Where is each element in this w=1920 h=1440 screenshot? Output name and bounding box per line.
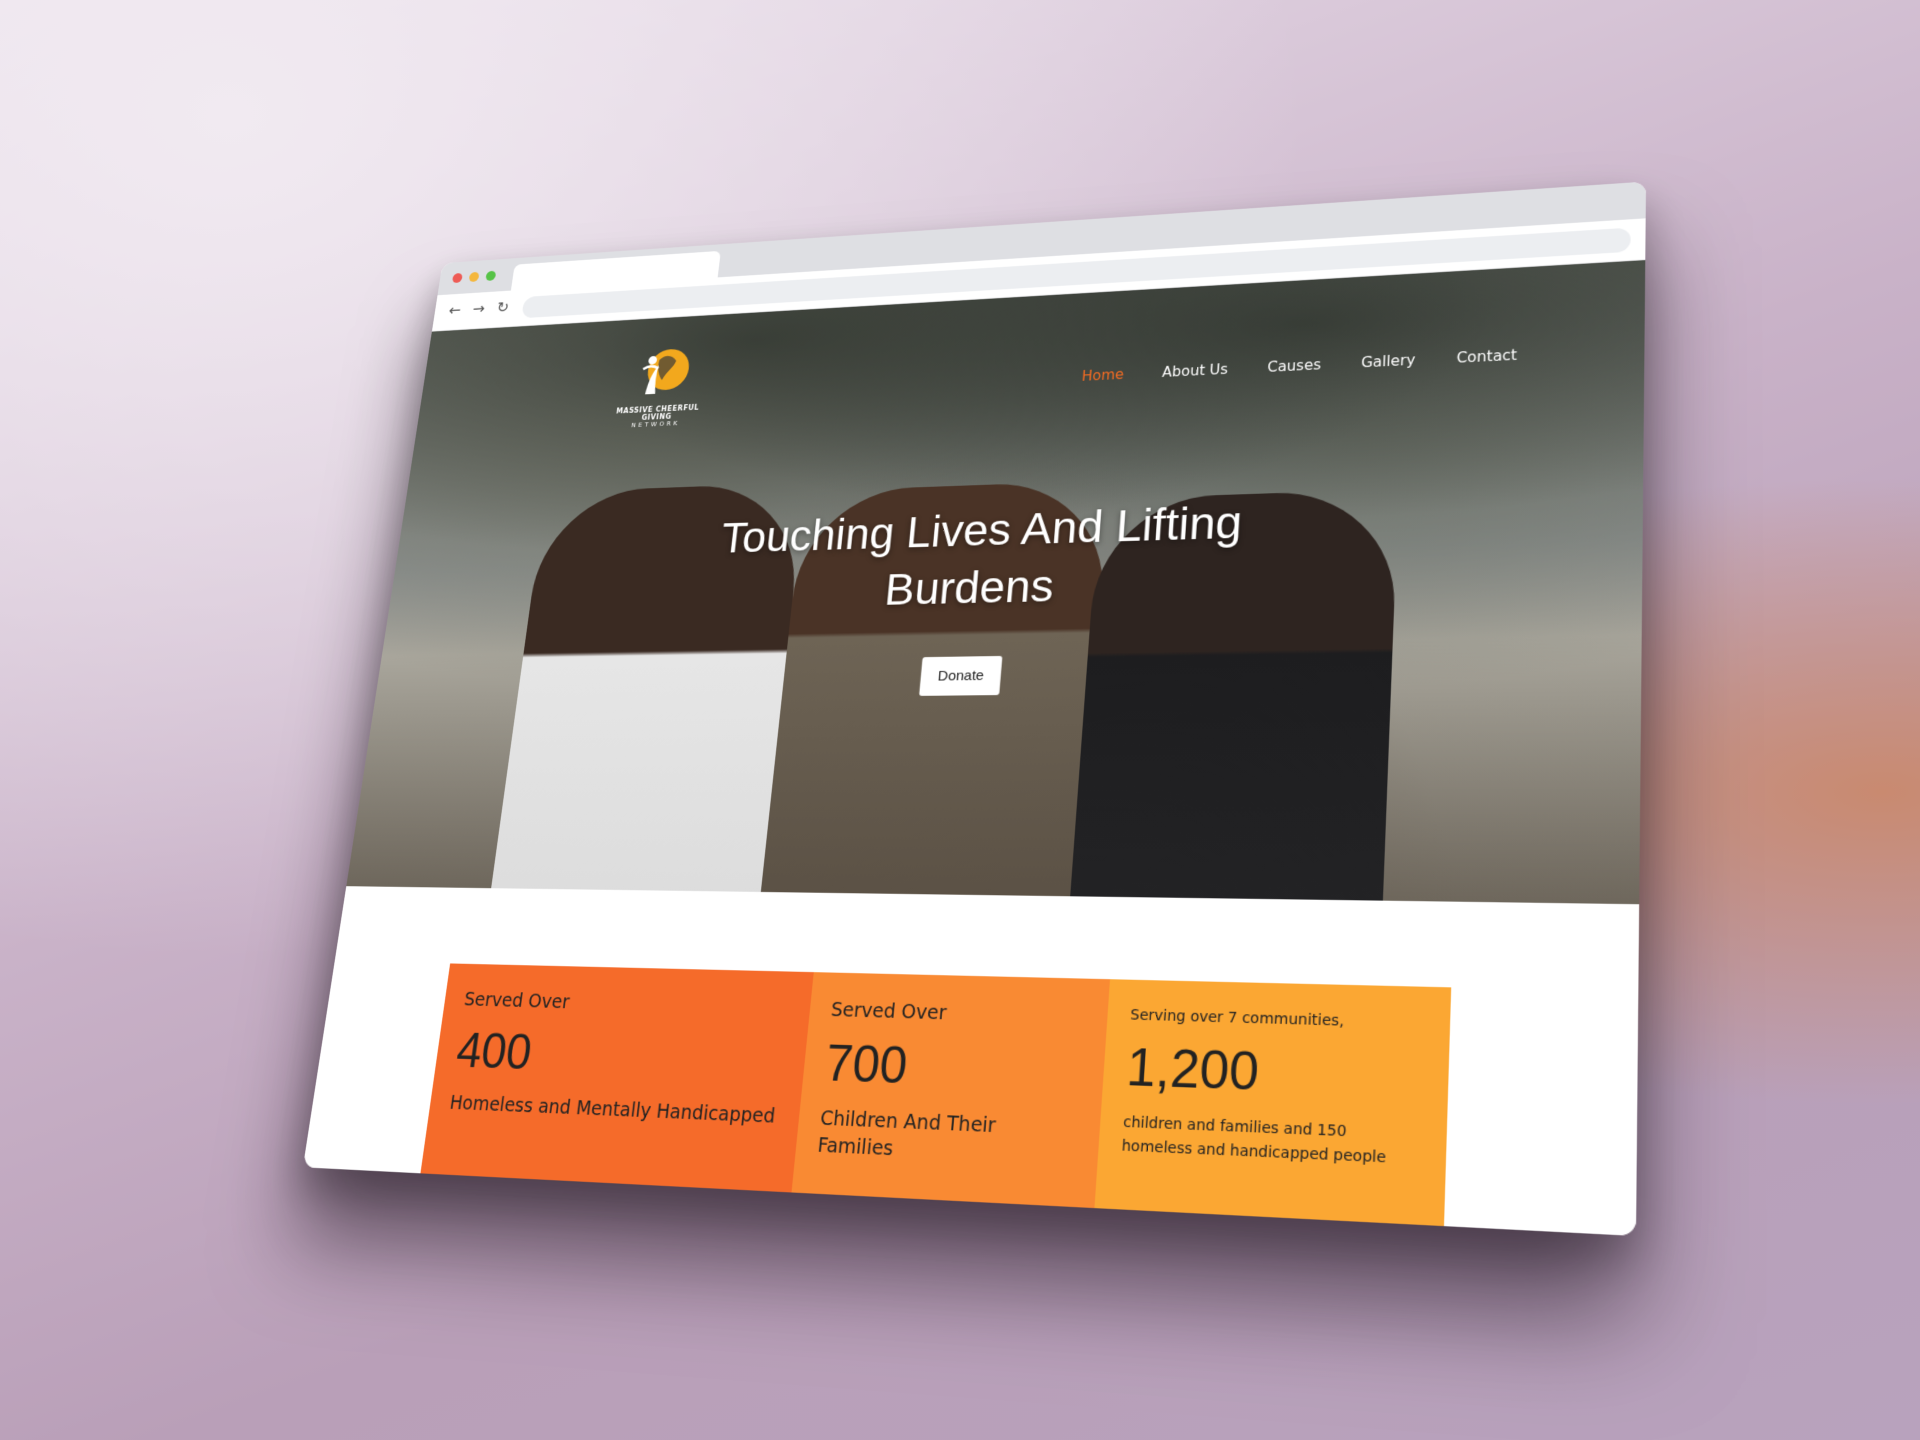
nav-item-home[interactable]: Home <box>1081 366 1124 384</box>
back-icon[interactable]: ← <box>445 302 465 321</box>
nav-item-gallery[interactable]: Gallery <box>1361 352 1416 371</box>
nav-item-causes[interactable]: Causes <box>1267 356 1322 375</box>
stat-description: Homeless and Mentally Handicapped <box>448 1091 777 1128</box>
stat-lead: Served Over <box>462 988 571 1014</box>
stat-value: 700 <box>823 1034 910 1095</box>
forward-icon[interactable]: → <box>469 300 489 319</box>
site-logo[interactable]: MASSIVE CHEERFUL GIVING NETWORK <box>608 340 712 430</box>
stat-value: 1,200 <box>1124 1037 1261 1102</box>
stat-card-homeless: Served Over 400 Homeless and Mentally Ha… <box>414 963 814 1237</box>
maximize-window-button[interactable] <box>485 270 497 281</box>
close-window-button[interactable] <box>451 272 463 284</box>
reload-icon[interactable]: ↻ <box>493 299 513 318</box>
stats-section: Served Over 400 Homeless and Mentally Ha… <box>414 963 1452 1237</box>
globe-people-logo-icon <box>629 348 692 395</box>
stat-lead: Served Over <box>829 998 948 1025</box>
stat-description: Children And Their Families <box>816 1107 997 1161</box>
nav-item-about-us[interactable]: About Us <box>1162 361 1229 381</box>
browser-window: ← → ↻ MASSIVE CHEERFUL GIVING NETWORK Ho… <box>302 181 1647 1237</box>
stat-card-children: Served Over 700 Children And Their Famil… <box>786 972 1111 1237</box>
stat-description: children and families and 150 homeless a… <box>1121 1113 1387 1167</box>
stat-value: 400 <box>453 1022 535 1081</box>
nav-item-contact[interactable]: Contact <box>1456 347 1517 367</box>
minimize-window-button[interactable] <box>468 271 480 283</box>
donate-button[interactable]: Donate <box>919 655 1003 696</box>
hero-section: MASSIVE CHEERFUL GIVING NETWORK Home Abo… <box>346 260 1646 905</box>
stat-lead: Serving over 7 communities, <box>1129 1006 1345 1030</box>
page-viewport: MASSIVE CHEERFUL GIVING NETWORK Home Abo… <box>302 260 1646 1237</box>
stat-card-communities: Serving over 7 communities, 1,200 childr… <box>1091 979 1452 1237</box>
